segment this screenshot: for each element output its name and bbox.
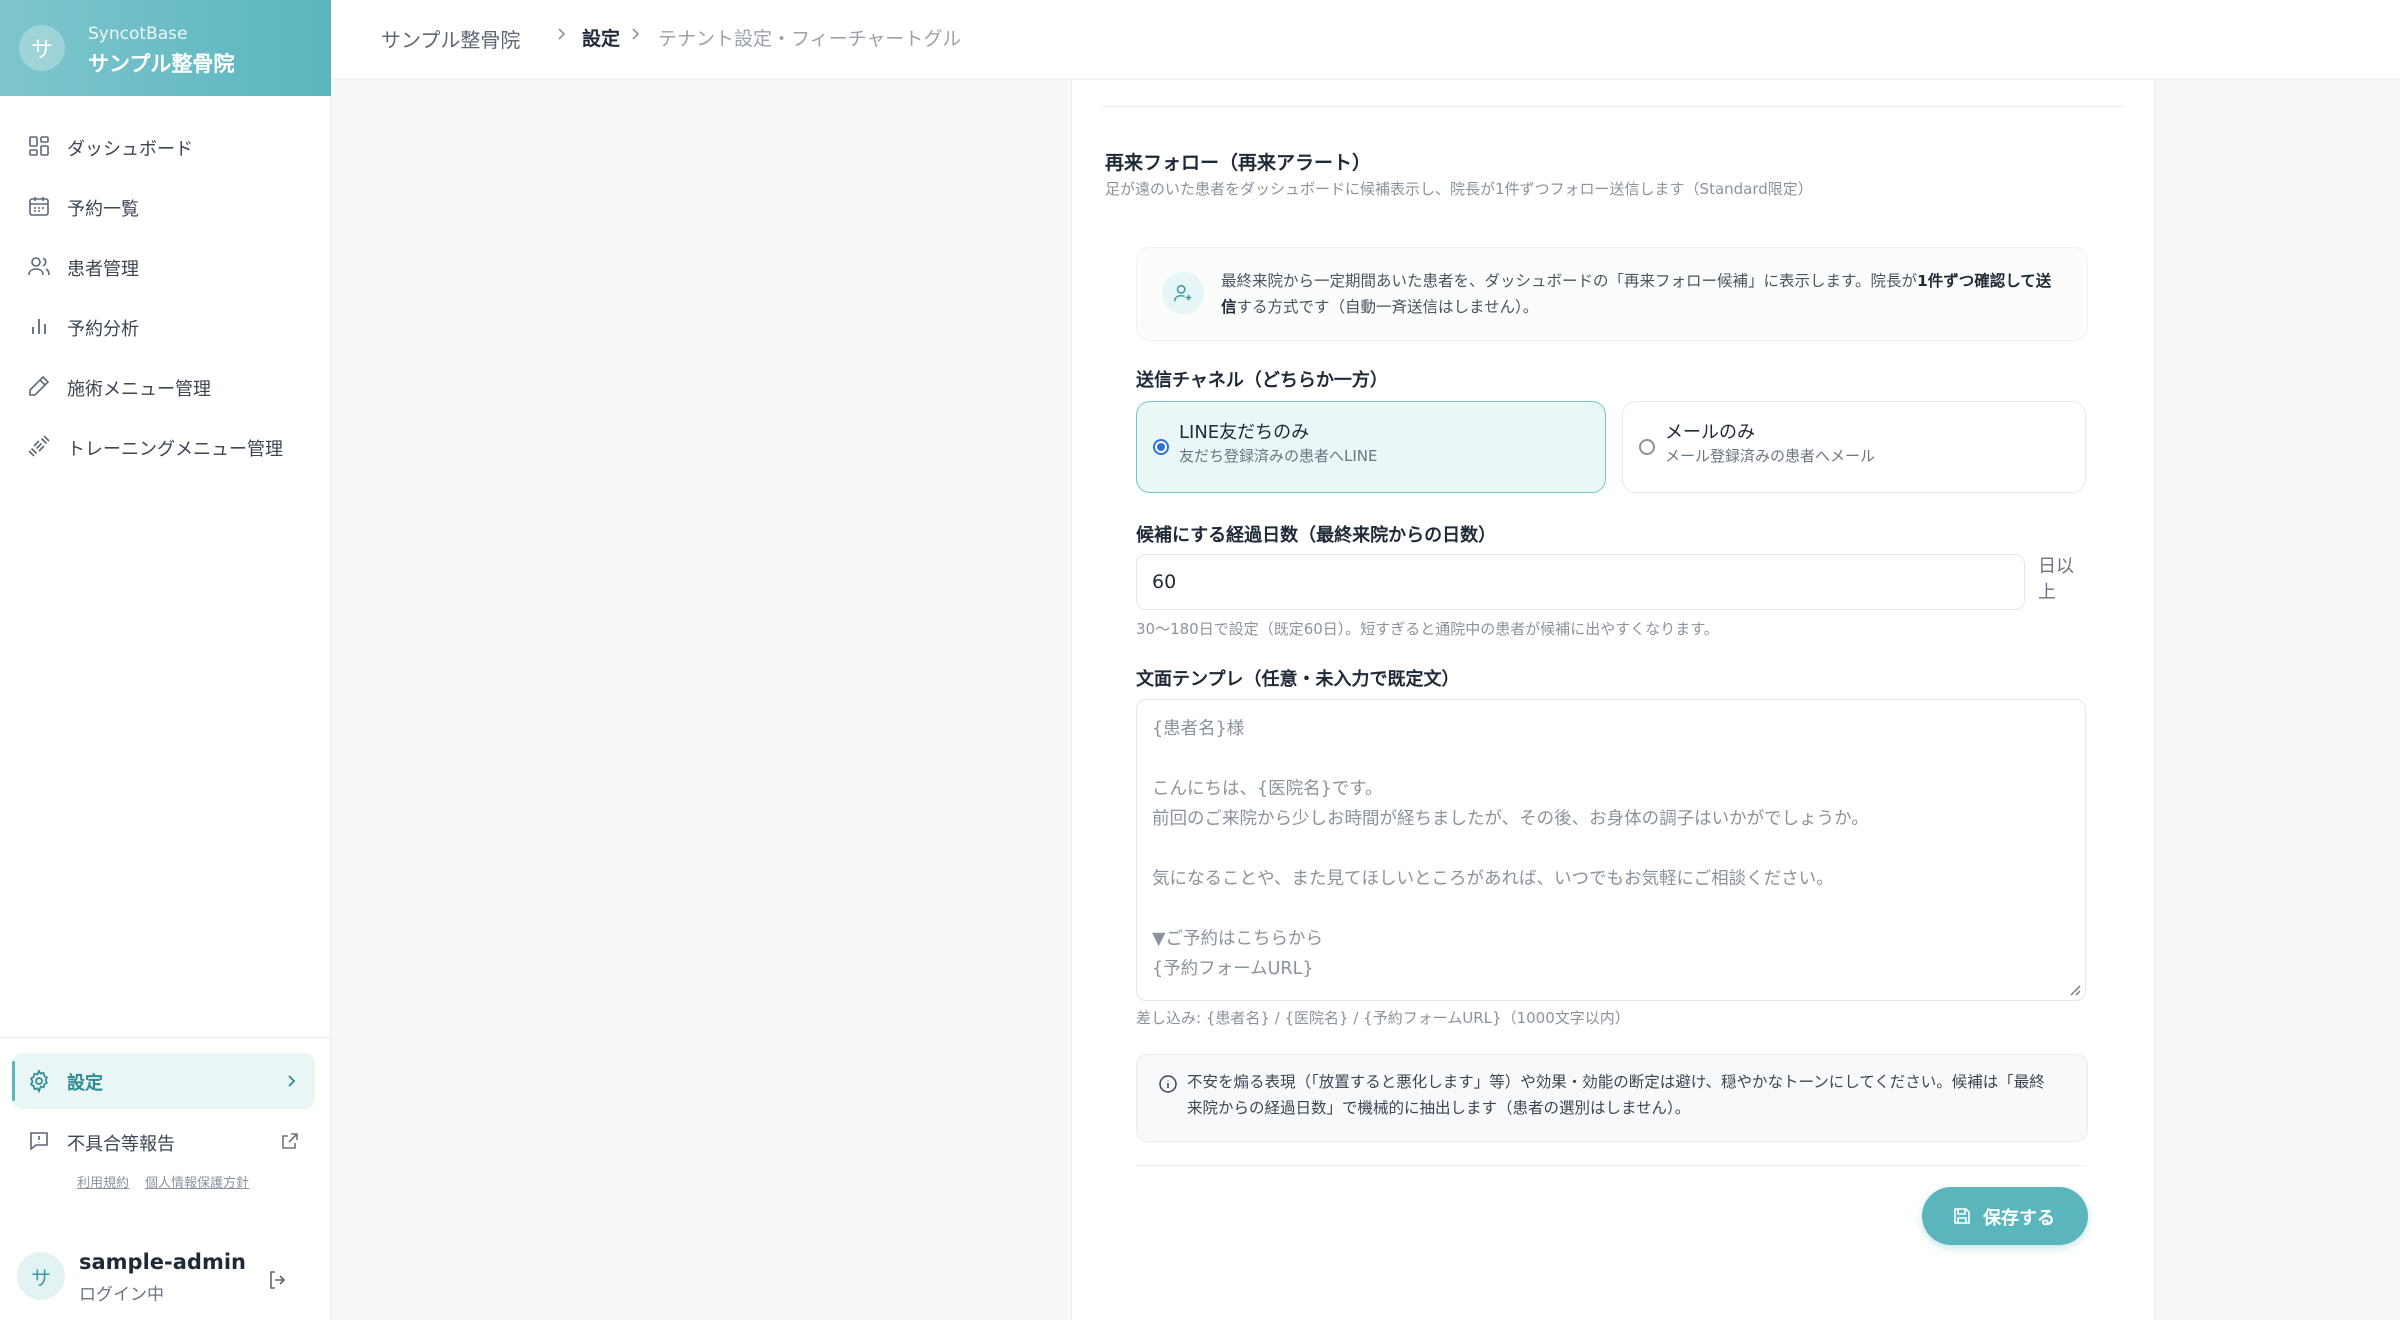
resize-handle-icon[interactable] [2067, 982, 2081, 996]
sidebar-divider [0, 1037, 330, 1038]
sidebar: サ SyncotBase サンプル整骨院 ダッシュボード 予約一覧 患者管理 予… [0, 0, 331, 1320]
breadcrumb-clinic[interactable]: サンプル整骨院 [381, 24, 520, 53]
sidebar-item-label: ダッシュボード [67, 139, 193, 160]
breadcrumb-settings[interactable]: 設定 [582, 24, 620, 51]
divider [1102, 106, 2124, 107]
save-button[interactable]: 保存する [1922, 1187, 2088, 1245]
radio-unselected[interactable] [1639, 439, 1655, 455]
template-label: 文面テンプレ（任意・未入力で既定文） [1136, 669, 1460, 690]
sidebar-item-dashboard[interactable]: ダッシュボード [0, 121, 330, 171]
sidebar-item-label: 予約一覧 [67, 199, 139, 220]
user-plus-icon [1162, 272, 1204, 314]
option-title: メールのみ [1665, 422, 1755, 443]
sidebar-item-patients[interactable]: 患者管理 [0, 241, 330, 291]
settings-card: 再来フォロー（再来アラート） 足が遠のいた患者をダッシュボードに候補表示し、院長… [1071, 80, 2155, 1320]
placeholder-line: {患者名}様 [1152, 719, 1245, 739]
placeholder-line [1152, 744, 2070, 774]
gear-icon [29, 1069, 49, 1093]
terms-link[interactable]: 利用規約 [77, 1172, 129, 1191]
placeholder-line: {予約フォームURL} [1152, 959, 1314, 979]
active-indicator [12, 1061, 15, 1101]
sidebar-item-label: 予約分析 [67, 319, 139, 340]
save-button-label: 保存する [1983, 1208, 2055, 1229]
sidebar-item-settings[interactable]: 設定 [12, 1053, 315, 1109]
bar-chart-icon [32, 319, 46, 334]
days-label: 候補にする経過日数（最終来院からの日数） [1136, 525, 1497, 546]
channel-option-line[interactable]: LINE友だちのみ 友だち登録済みの患者へLINE [1136, 401, 1606, 493]
sidebar-item-label: 設定 [67, 1073, 103, 1094]
placeholder-line: 前回のご来院から少しお時間が経ちましたが、その後、お身体の調子はいかがでしょうか… [1152, 809, 1869, 829]
sidebar-item-treatment-menu[interactable]: 施術メニュー管理 [0, 361, 330, 411]
option-subtitle: メール登録済みの患者へメール [1665, 447, 1876, 465]
product-name: SyncotBase [88, 24, 188, 44]
dumbbell-icon [28, 435, 50, 457]
option-title: LINE友だちのみ [1179, 422, 1310, 443]
channel-option-email[interactable]: メールのみ メール登録済みの患者へメール [1622, 401, 2086, 493]
sidebar-item-reservations[interactable]: 予約一覧 [0, 181, 330, 231]
top-bar: サンプル整骨院 設定 テナント設定・フィーチャートグル [331, 0, 2400, 79]
template-textarea[interactable]: {患者名}様 こんにちは、{医院名}です。 前回のご来院から少しお時間が経ちまし… [1136, 699, 2086, 1001]
placeholder-line: ▼ご予約はこちらから [1152, 929, 1323, 949]
dashboard-icon [29, 136, 49, 156]
chevron-right-icon [288, 1075, 296, 1087]
placeholder-line: 気になることや、また見てほしいところがあれば、いつでもお気軽にご相談ください。 [1152, 869, 1834, 889]
notice-text: 不安を煽る表現（「放置すると悪化します」等）や効果・効能の断定は避け、穏やかなト… [1187, 1073, 2045, 1117]
channel-label: 送信チャネル（どちらか一方） [1136, 370, 1388, 391]
template-help: 差し込み: {患者名} / {医院名} / {予約フォームURL}（1000文字… [1136, 1009, 1630, 1027]
section-title: 再来フォロー（再来アラート） [1105, 152, 1372, 174]
days-input[interactable] [1136, 554, 2025, 610]
info-box: 最終来院から一定期間あいた患者を、ダッシュボードの「再来フォロー候補」に表示しま… [1136, 247, 2088, 341]
days-help: 30〜180日で設定（既定60日）。短すぎると通院中の患者が候補に出やすくなりま… [1136, 620, 1719, 638]
option-subtitle: 友だち登録済みの患者へLINE [1179, 447, 1378, 465]
clinic-name: サンプル整骨院 [88, 52, 235, 76]
placeholder-line: こんにちは、{医院名}です。 [1152, 779, 1383, 799]
login-status: ログイン中 [79, 1285, 164, 1305]
radio-selected[interactable] [1153, 439, 1169, 455]
save-icon [1954, 1208, 1970, 1224]
sidebar-item-bug-report[interactable]: 不具合等報告 [0, 1116, 330, 1166]
chevron-right-icon [632, 28, 640, 40]
info-icon [1159, 1075, 1177, 1093]
placeholder-line [1152, 894, 2070, 924]
section-description: 足が遠のいた患者をダッシュボードに候補表示し、院長が1件ずつフォロー送信します（… [1105, 180, 1813, 198]
sidebar-item-label: 施術メニュー管理 [67, 379, 211, 400]
sidebar-item-analytics[interactable]: 予約分析 [0, 301, 330, 351]
info-text: 最終来院から一定期間あいた患者を、ダッシュボードの「再来フォロー候補」に表示しま… [1221, 272, 2052, 316]
breadcrumb-current: テナント設定・フィーチャートグル [658, 28, 962, 50]
external-link-icon [282, 1133, 298, 1149]
user-name: sample-admin [79, 1250, 246, 1274]
pen-icon [29, 375, 50, 396]
placeholder-line [1152, 834, 2070, 864]
chevron-right-icon [558, 28, 566, 40]
user-card: サ sample-admin ログイン中 [0, 1238, 330, 1320]
sidebar-item-label: 患者管理 [67, 259, 139, 280]
sidebar-item-training-menu[interactable]: トレーニングメニュー管理 [0, 421, 330, 471]
sidebar-item-label: トレーニングメニュー管理 [67, 439, 283, 460]
privacy-policy-link[interactable]: 個人情報保護方針 [145, 1172, 249, 1191]
avatar: サ [17, 1252, 65, 1300]
message-alert-icon [30, 1132, 48, 1151]
users-icon [28, 257, 50, 276]
notice-box: 不安を煽る表現（「放置すると悪化します」等）や効果・効能の断定は避け、穏やかなト… [1136, 1054, 2088, 1142]
calendar-icon [29, 197, 49, 216]
logout-icon[interactable] [266, 1268, 290, 1292]
brand-avatar: サ [19, 25, 65, 71]
divider [1136, 1165, 2086, 1166]
days-unit: 日以上 [2038, 556, 2074, 603]
brand-header[interactable]: サ SyncotBase サンプル整骨院 [0, 0, 331, 96]
sidebar-item-label: 不具合等報告 [67, 1134, 175, 1155]
